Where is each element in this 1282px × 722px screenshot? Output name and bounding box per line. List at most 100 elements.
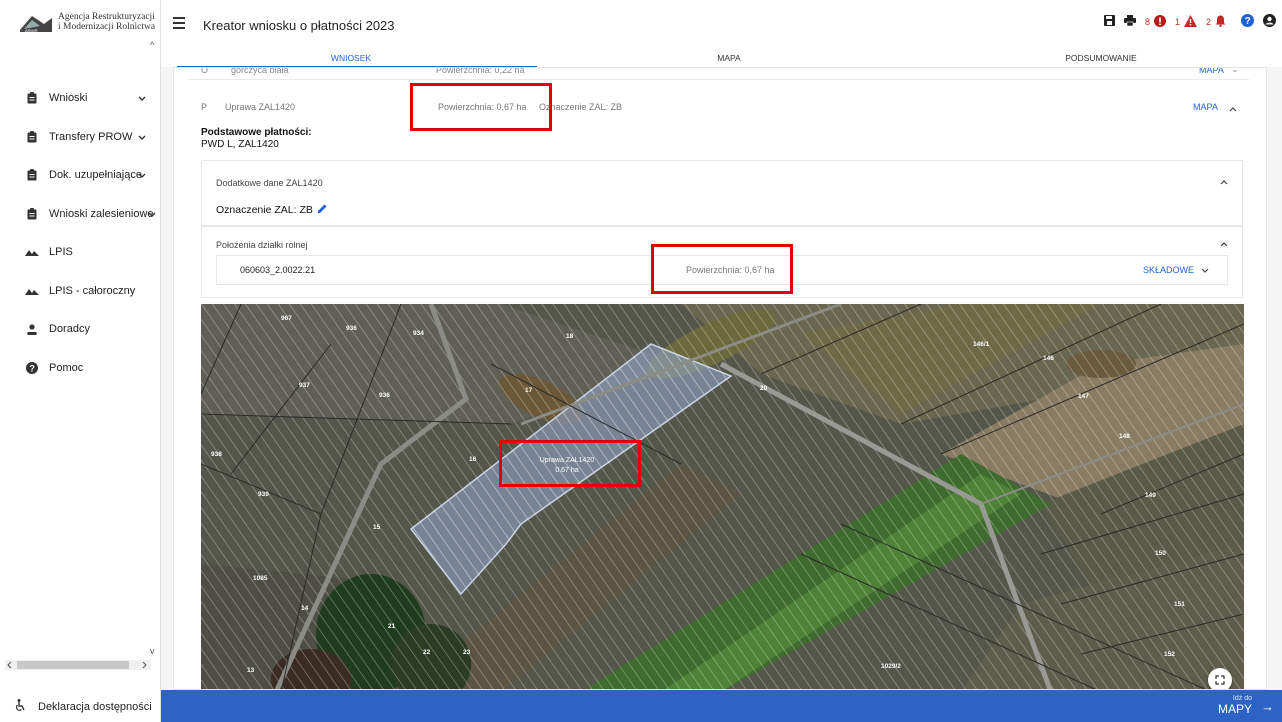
clipboard-icon [25, 169, 39, 181]
map-parcel-number: 17 [525, 387, 533, 394]
components-link[interactable]: SKŁADOWE [1143, 265, 1194, 275]
chevron-down-icon [138, 170, 146, 182]
parcel-map[interactable]: 967 936 934 18 146/1 146 147 937 936 17 20 148 938 16… [201, 304, 1244, 690]
map-parcel-number: 151 [1174, 601, 1185, 608]
basic-payments-value: PWD L, ZAL1420 [201, 139, 279, 150]
svg-text:?: ? [29, 363, 35, 373]
clipboard-icon [25, 207, 39, 220]
crop-row-o[interactable]: O gorczyca biała Powierzchnia: 0,22 ha M… [189, 68, 1249, 80]
warning-icon[interactable] [1183, 14, 1197, 30]
map-parcel-number: 152 [1164, 651, 1175, 658]
page-scrollbar-gutter[interactable] [1267, 67, 1282, 690]
map-parcel-number: 148 [1119, 433, 1130, 440]
sidebar-item-label: Wnioski zalesieniowe [49, 207, 154, 220]
tab-mapa[interactable]: MAPA [689, 53, 769, 63]
logo-mark: ARiMR [18, 12, 54, 34]
sidebar-item-wnioski[interactable]: Wnioski [0, 79, 160, 118]
sidebar-item-label: Wnioski [49, 92, 88, 105]
plot-location-title: Położenia działki rolnej [216, 240, 308, 250]
chevron-up-icon[interactable] [1220, 177, 1228, 187]
map-parcel-number: 23 [463, 649, 471, 656]
map-parcel-number: 936 [346, 325, 357, 332]
map-parcel-number: 150 [1155, 550, 1166, 557]
help-icon[interactable]: ? [1241, 14, 1254, 30]
sidebar-scroll-up[interactable]: ^ [150, 40, 154, 50]
plot-id: 060603_2.0022.21 [240, 265, 316, 275]
crop-row-p[interactable]: P Uprawa ZAL1420 Powierzchnia: 0,67 ha O… [189, 100, 1249, 120]
header-actions: 8 1 2 ? [1103, 14, 1276, 30]
sidebar-item-label: Dok. uzupełniające [49, 169, 142, 182]
bell-icon[interactable] [1215, 15, 1226, 30]
errors-count: 8 [1144, 17, 1150, 27]
edit-pencil-icon[interactable] [317, 203, 328, 217]
map-parcel-number: 149 [1145, 492, 1156, 499]
extra-data-title: Dodatkowe dane ZAL1420 [216, 178, 323, 188]
map-link[interactable]: MAPA [1199, 68, 1224, 75]
plot-location-panel: Położenia działki rolnej 060603_2.0022.2… [201, 226, 1243, 298]
map-parcel-number: 20 [760, 385, 768, 392]
sidebar-item-lpis[interactable]: LPIS [0, 233, 160, 272]
account-icon[interactable] [1263, 14, 1276, 30]
basic-payments-title: Podstawowe płatności: [201, 127, 312, 138]
warnings-count: 1 [1174, 17, 1180, 27]
help-icon: ? [25, 361, 39, 374]
go-to-map-button[interactable]: Idź do MAPY [1218, 695, 1252, 716]
chevron-down-icon [148, 209, 156, 221]
print-icon[interactable] [1123, 15, 1136, 29]
mountain-icon [25, 287, 39, 295]
accessibility-declaration-link[interactable]: Deklaracja dostępności [15, 699, 152, 714]
map-parcel-number: 146/1 [973, 341, 990, 348]
sidebar-item-label: Pomoc [49, 361, 84, 374]
save-icon[interactable] [1103, 15, 1115, 29]
sidebar-scroll-down[interactable]: v [150, 646, 155, 656]
person-icon [25, 324, 39, 335]
bottom-navigation-bar: Idź do MAPY → [161, 690, 1282, 722]
sidebar-horizontal-scrollbar[interactable] [5, 658, 151, 670]
chevron-down-icon [138, 93, 146, 105]
map-parcel-number: 936 [379, 392, 390, 399]
sidebar-item-transfery-prow[interactable]: Transfery PROW [0, 118, 160, 157]
map-parcel-number: 21 [388, 623, 396, 630]
sidebar-item-label: Doradcy [49, 323, 90, 336]
plot-area: Powierzchnia: 0,67 ha [686, 265, 775, 275]
map-link[interactable]: MAPA [1193, 102, 1218, 112]
map-parcel-number: 1029/2 [881, 663, 901, 670]
sidebar-item-doradcy[interactable]: Doradcy [0, 310, 160, 349]
sidebar-item-dok-uzupelniajace[interactable]: Dok. uzupełniające [0, 156, 160, 195]
map-canvas[interactable]: 967 936 934 18 146/1 146 147 937 936 17 20 148 938 16… [201, 304, 1244, 690]
map-parcel-number: 15 [373, 524, 381, 531]
sidebar-item-label: LPIS - całoroczny [49, 284, 136, 297]
sidebar-item-lpis-caloroczny[interactable]: LPIS - całoroczny [0, 272, 160, 311]
error-icon[interactable] [1153, 14, 1166, 30]
chevron-down-icon[interactable] [1201, 266, 1209, 276]
crop-area: Powierzchnia: 0,67 ha [438, 102, 527, 112]
notifications-count: 2 [1205, 17, 1211, 27]
page-title: Kreator wniosku o płatności 2023 [203, 18, 395, 33]
map-parcel-number: 147 [1078, 393, 1089, 400]
map-parcel-number: 14 [301, 605, 309, 612]
map-parcel-area: 0.67 ha [555, 467, 578, 474]
chevron-up-icon[interactable] [1220, 239, 1228, 249]
map-parcel-number: 22 [423, 649, 431, 656]
map-parcel-label: Uprawa ZAL1420 [540, 457, 595, 464]
map-parcel-number: 938 [211, 451, 222, 458]
sidebar-nav: Wnioski Transfery PROW Dok. uzupełniając… [0, 79, 160, 387]
plot-row[interactable]: 060603_2.0022.21 Powierzchnia: 0,67 ha S… [216, 255, 1228, 285]
map-parcel-number: 18 [566, 333, 574, 340]
map-parcel-number: 967 [281, 315, 292, 322]
arrow-right-icon[interactable]: → [1261, 699, 1274, 714]
sidebar: ARiMR Agencja Restrukturyzacji i Moderni… [0, 0, 161, 722]
agency-logo[interactable]: ARiMR Agencja Restrukturyzacji i Moderni… [18, 12, 155, 34]
chevron-up-icon[interactable] [1229, 104, 1237, 114]
map-parcel-number: 939 [258, 491, 269, 498]
menu-icon[interactable] [173, 14, 191, 32]
chevron-down-icon[interactable]: ⌄ [1231, 68, 1239, 75]
app-header: Kreator wniosku o płatności 2023 8 1 2 ?… [161, 0, 1282, 68]
tab-podsumowanie[interactable]: PODSUMOWANIE [1051, 53, 1151, 63]
sidebar-item-wnioski-zalesieniowe[interactable]: Wnioski zalesieniowe [0, 195, 160, 234]
chevron-down-icon [138, 132, 146, 144]
fullscreen-button[interactable] [1208, 668, 1232, 689]
mountain-icon [25, 248, 39, 257]
sidebar-item-pomoc[interactable]: ? Pomoc [0, 349, 160, 388]
tab-wniosek[interactable]: WNIOSEK [311, 53, 391, 63]
